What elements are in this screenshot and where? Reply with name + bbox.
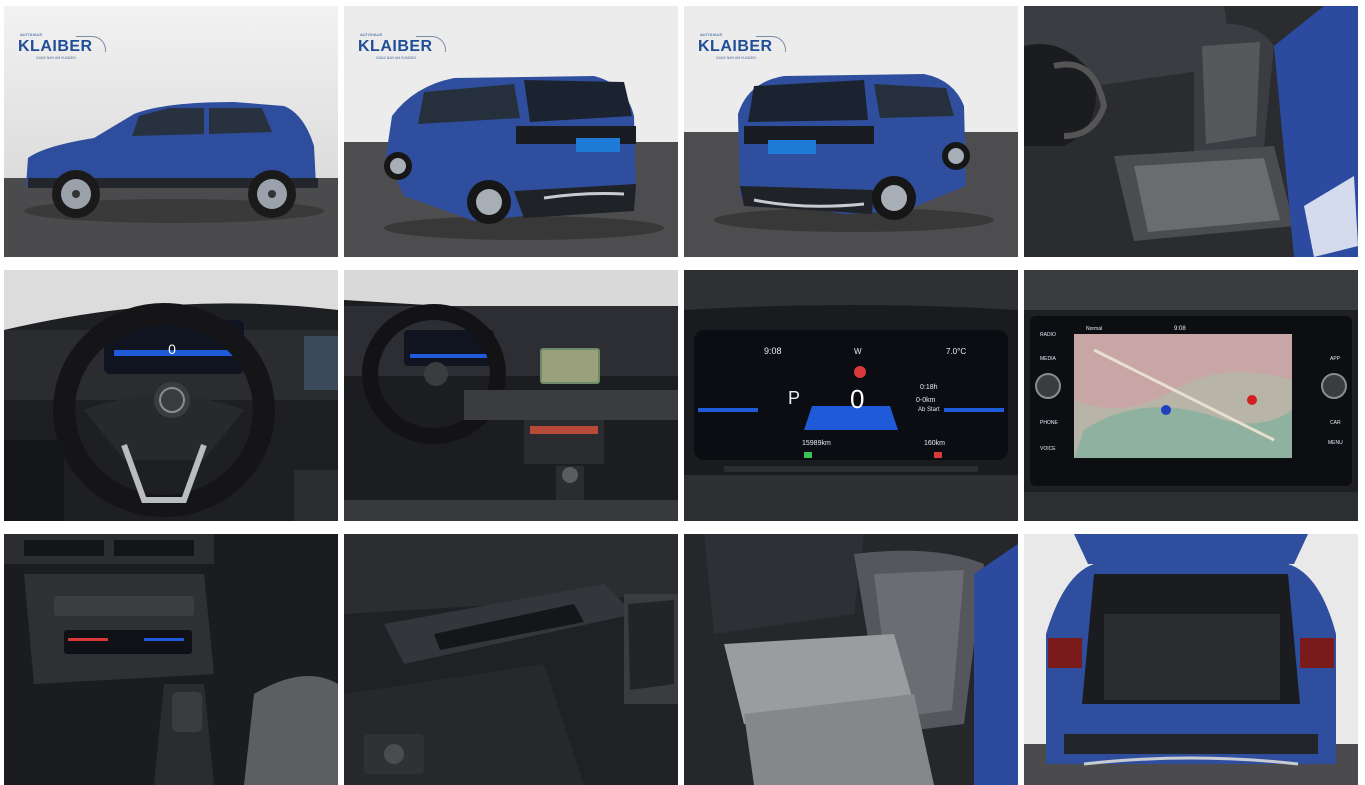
photo-rear-seats[interactable] bbox=[684, 534, 1018, 785]
photo-navigation-screen-image bbox=[1024, 270, 1358, 521]
photo-exterior-side[interactable]: AUTOHAUS KLAIBER GANZ NAH AM KUNDEN bbox=[4, 6, 338, 257]
cluster-temp: 7.0°C bbox=[946, 347, 967, 356]
photo-climate-console-image bbox=[4, 534, 338, 785]
cluster-odometer: 15989km bbox=[802, 440, 831, 447]
cluster-speed: 0 bbox=[850, 384, 865, 414]
photo-front-seats-image bbox=[1024, 6, 1358, 257]
logo-tagline: GANZ NAH AM KUNDEN bbox=[36, 56, 76, 60]
logo-arc-icon bbox=[416, 36, 446, 52]
logo-small-line: AUTOHAUS bbox=[700, 32, 723, 37]
cluster-avg: 0-0km bbox=[916, 397, 936, 404]
svg-text:0: 0 bbox=[168, 341, 176, 357]
photo-trunk[interactable] bbox=[1024, 534, 1358, 785]
dealer-logo: AUTOHAUS KLAIBER GANZ NAH AM KUNDEN bbox=[698, 30, 788, 64]
photo-door-panel[interactable] bbox=[344, 534, 678, 785]
logo-small-line: AUTOHAUS bbox=[20, 32, 43, 37]
dealer-logo: AUTOHAUS KLAIBER GANZ NAH AM KUNDEN bbox=[18, 30, 108, 64]
nav-app-button[interactable]: APP bbox=[1330, 356, 1340, 362]
photo-steering-wheel-image: 0 bbox=[4, 270, 338, 521]
nav-car-button[interactable]: CAR bbox=[1330, 420, 1341, 426]
dealer-logo: AUTOHAUS KLAIBER GANZ NAH AM KUNDEN bbox=[358, 30, 448, 64]
cluster-range: 160km bbox=[924, 440, 946, 447]
photo-door-panel-image bbox=[344, 534, 678, 785]
logo-arc-icon bbox=[756, 36, 786, 52]
cluster-time: 9:08 bbox=[764, 346, 782, 356]
photo-dashboard-image bbox=[344, 270, 678, 521]
photo-dashboard[interactable] bbox=[344, 270, 678, 521]
logo-small-line: AUTOHAUS bbox=[360, 32, 383, 37]
cluster-trip: 0:18h bbox=[920, 384, 938, 391]
nav-phone-button[interactable]: PHONE bbox=[1040, 420, 1058, 426]
photo-gallery: AUTOHAUS KLAIBER GANZ NAH AM KUNDEN AUTO… bbox=[4, 6, 1358, 785]
nav-time: 9:08 bbox=[1174, 326, 1186, 332]
photo-trunk-image bbox=[1024, 534, 1358, 785]
cluster-ab-start: Ab Start bbox=[918, 407, 940, 413]
nav-normal-label: Normal bbox=[1086, 326, 1103, 332]
nav-radio-button[interactable]: RADIO bbox=[1040, 332, 1056, 338]
nav-menu-button[interactable]: MENU bbox=[1328, 440, 1343, 446]
nav-voice-button[interactable]: VOICE bbox=[1040, 446, 1056, 452]
photo-rear-seats-image bbox=[684, 534, 1018, 785]
photo-steering-wheel[interactable]: 0 bbox=[4, 270, 338, 521]
nav-media-button[interactable]: MEDIA bbox=[1040, 356, 1056, 362]
cluster-w-label: W bbox=[854, 347, 862, 356]
photo-front-seats[interactable] bbox=[1024, 6, 1358, 257]
photo-exterior-rear-left[interactable]: AUTOHAUS KLAIBER GANZ NAH AM KUNDEN bbox=[344, 6, 678, 257]
logo-arc-icon bbox=[76, 36, 106, 52]
logo-tagline: GANZ NAH AM KUNDEN bbox=[716, 56, 756, 60]
logo-tagline: GANZ NAH AM KUNDEN bbox=[376, 56, 416, 60]
photo-instrument-cluster[interactable]: 9:08 W 7.0°C P 0 0:18h 0-0km Ab Start 15… bbox=[684, 270, 1018, 521]
cluster-gear: P bbox=[788, 388, 801, 408]
photo-navigation-screen[interactable]: RADIO MEDIA PHONE VOICE APP CAR MENU Nor… bbox=[1024, 270, 1358, 521]
photo-exterior-rear-right[interactable]: AUTOHAUS KLAIBER GANZ NAH AM KUNDEN bbox=[684, 6, 1018, 257]
photo-climate-console[interactable] bbox=[4, 534, 338, 785]
